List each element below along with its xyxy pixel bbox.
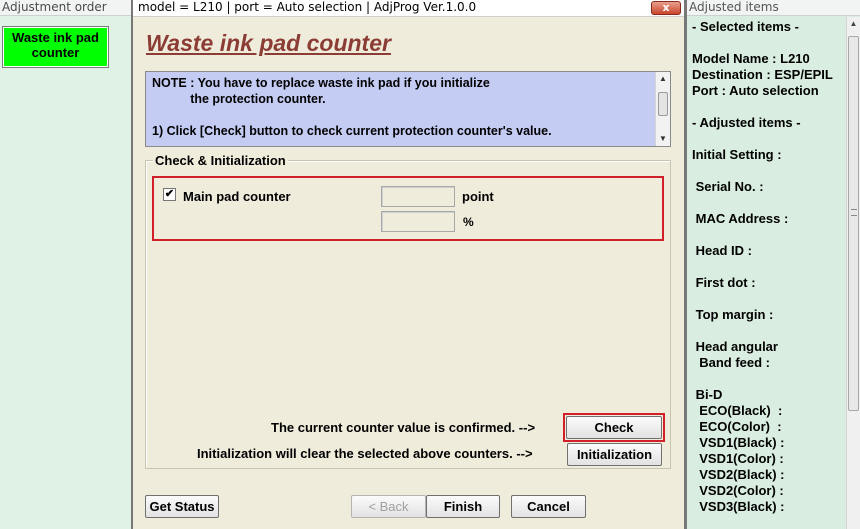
percent-value-field bbox=[381, 211, 455, 232]
adjusted-items-scrollbar[interactable]: ▲ bbox=[846, 17, 860, 529]
scroll-up-icon[interactable]: ▲ bbox=[847, 19, 860, 28]
back-button[interactable]: < Back bbox=[351, 495, 426, 518]
main-pad-counter-checkbox[interactable]: ✔ bbox=[163, 188, 176, 201]
point-value-field bbox=[381, 186, 455, 207]
initialization-button[interactable]: Initialization bbox=[567, 443, 662, 466]
finish-button[interactable]: Finish bbox=[426, 495, 500, 518]
note-scrollbar[interactable]: ▲ ▼ bbox=[655, 72, 670, 146]
title-bar: model = L210 | port = Auto selection | A… bbox=[133, 0, 684, 17]
close-button[interactable]: x bbox=[651, 1, 681, 15]
group-label: Check & Initialization bbox=[153, 153, 288, 168]
adjusted-items-list: - Selected items - Model Name : L210 Des… bbox=[692, 19, 833, 514]
get-status-button[interactable]: Get Status bbox=[145, 495, 219, 518]
window-title: model = L210 | port = Auto selection | A… bbox=[138, 0, 477, 14]
adjusted-items-panel: Adjusted items - Selected items - Model … bbox=[687, 0, 860, 529]
close-icon: x bbox=[662, 1, 670, 14]
note-box: NOTE : You have to replace waste ink pad… bbox=[145, 71, 671, 147]
main-pad-counter-label: Main pad counter bbox=[183, 189, 291, 204]
note-scroll-thumb[interactable] bbox=[658, 92, 668, 116]
adjusted-items-title: Adjusted items bbox=[687, 0, 860, 16]
confirm-instruction: The current counter value is confirmed. … bbox=[271, 420, 536, 435]
cancel-button[interactable]: Cancel bbox=[511, 495, 586, 518]
adjustment-order-title: Adjustment order bbox=[0, 0, 131, 16]
main-window: model = L210 | port = Auto selection | A… bbox=[133, 0, 684, 529]
page-title: Waste ink pad counter bbox=[146, 30, 391, 56]
scroll-up-icon[interactable]: ▲ bbox=[656, 72, 670, 86]
order-item-label: Waste ink pad counter bbox=[12, 30, 99, 60]
note-text: NOTE : You have to replace waste ink pad… bbox=[152, 76, 552, 138]
grip-icon bbox=[851, 209, 857, 216]
scroll-down-icon[interactable]: ▼ bbox=[656, 132, 670, 146]
checkmark-icon: ✔ bbox=[164, 188, 175, 200]
adjustment-order-panel: Adjustment order Waste ink pad counter bbox=[0, 0, 131, 529]
point-unit-label: point bbox=[462, 189, 494, 204]
order-item-waste-ink-pad-counter[interactable]: Waste ink pad counter bbox=[2, 26, 109, 68]
check-button[interactable]: Check bbox=[566, 416, 662, 439]
percent-unit-label: % bbox=[463, 215, 474, 229]
adjusted-items-scroll-thumb[interactable] bbox=[848, 36, 859, 411]
init-instruction: Initialization will clear the selected a… bbox=[197, 446, 533, 461]
